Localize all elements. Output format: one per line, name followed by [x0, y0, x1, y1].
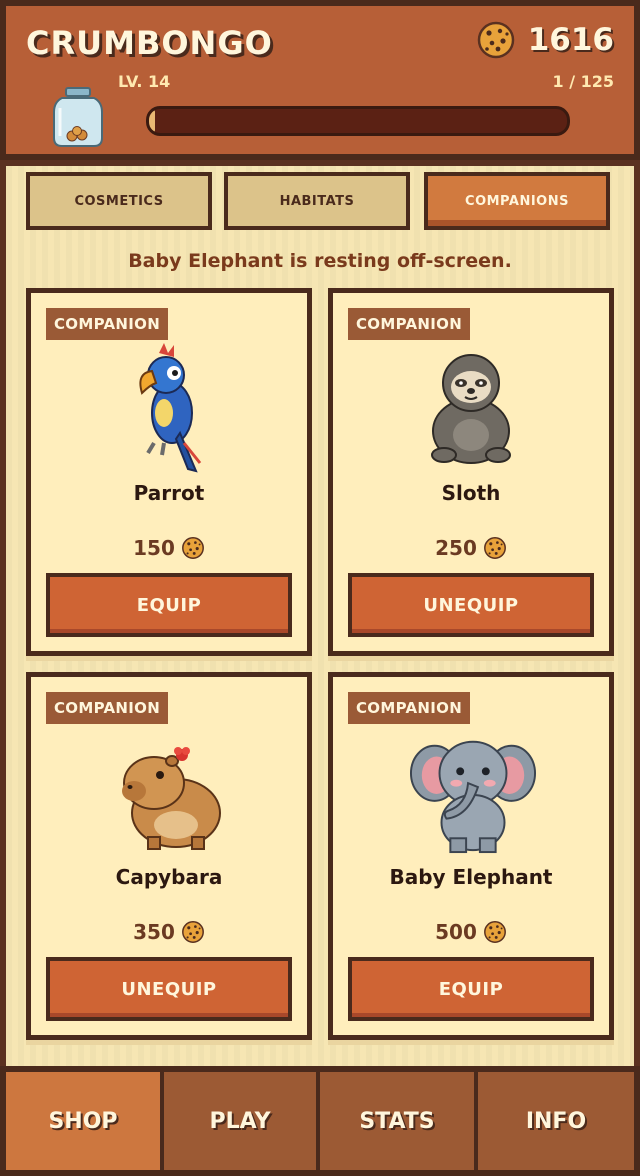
cookie-icon [476, 20, 516, 60]
companion-name: Parrot [133, 481, 205, 505]
progress-text: 1 / 125 [552, 72, 614, 91]
nav-play[interactable]: PLAY [164, 1072, 316, 1170]
cookie-icon [181, 920, 205, 944]
companion-name: Baby Elephant [389, 865, 553, 889]
companion-card-parrot: COMPANION Parrot 150 EQUIP [26, 288, 312, 656]
companion-price: 150 [31, 536, 307, 560]
cookie-jar-icon [53, 87, 103, 147]
tab-companions[interactable]: COMPANIONS [424, 172, 610, 230]
status-message: Baby Elephant is resting off-screen. [128, 250, 512, 272]
companion-badge: COMPANION [348, 692, 471, 724]
companion-card-baby-elephant: COMPANION Baby Elephant 500 EQUIP [328, 672, 614, 1040]
coin-count: 1616 [527, 22, 614, 58]
shop-content: COSMETICS HABITATS COMPANIONS Baby Eleph… [6, 166, 634, 1066]
level-progress-bar [146, 106, 570, 136]
companion-card-capybara: COMPANION Capybara 350 UNEQUIP [26, 672, 312, 1040]
nav-shop[interactable]: SHOP [6, 1072, 160, 1170]
equip-button[interactable]: EQUIP [348, 957, 594, 1021]
level-label: LV. 14 [118, 72, 171, 91]
companion-name: Capybara [115, 865, 223, 889]
companion-price: 350 [31, 920, 307, 944]
coin-counter: 1616 [476, 20, 614, 60]
cookie-icon [181, 536, 205, 560]
header: CRUMBONGO 1616 LV. 14 1 / 125 [0, 0, 640, 160]
companion-name: Sloth [441, 481, 501, 505]
unequip-button[interactable]: UNEQUIP [46, 957, 292, 1021]
bottom-nav: SHOP PLAY STATS INFO [0, 1066, 640, 1176]
cookie-icon [483, 920, 507, 944]
companion-badge: COMPANION [348, 308, 471, 340]
sloth-icon [431, 354, 511, 464]
price-value: 250 [435, 536, 477, 560]
tab-cosmetics[interactable]: COSMETICS [26, 172, 212, 230]
companion-price: 250 [333, 536, 609, 560]
parrot-icon [139, 343, 202, 473]
price-value: 350 [133, 920, 175, 944]
capybara-icon [122, 747, 221, 850]
equip-button[interactable]: EQUIP [46, 573, 292, 637]
level-progress-fill [149, 109, 156, 133]
cookie-icon [483, 536, 507, 560]
tab-habitats[interactable]: HABITATS [224, 172, 410, 230]
companion-badge: COMPANION [46, 308, 169, 340]
unequip-button[interactable]: UNEQUIP [348, 573, 594, 637]
price-value: 150 [133, 536, 175, 560]
companion-badge: COMPANION [46, 692, 169, 724]
nav-info[interactable]: INFO [478, 1072, 634, 1170]
price-value: 500 [435, 920, 477, 944]
companion-price: 500 [333, 920, 609, 944]
companion-card-sloth: COMPANION Sloth 250 UNEQUIP [328, 288, 614, 656]
elephant-icon [409, 740, 537, 854]
game-title: CRUMBONGO [26, 24, 273, 62]
nav-stats[interactable]: STATS [320, 1072, 474, 1170]
